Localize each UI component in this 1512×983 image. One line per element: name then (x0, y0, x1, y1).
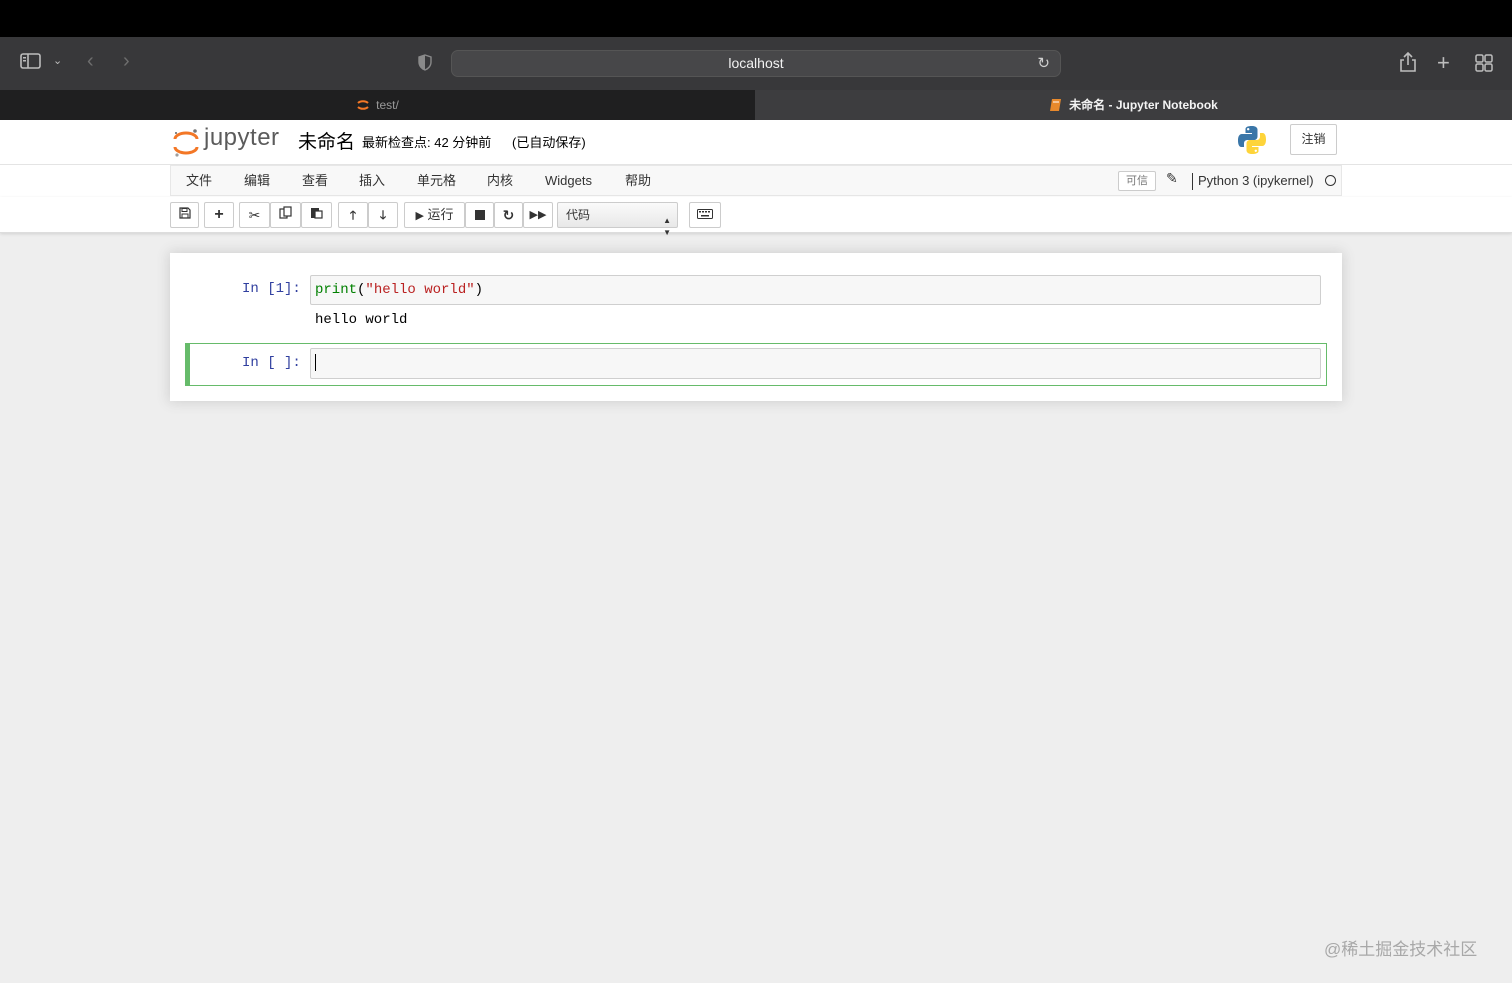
tab-test[interactable]: test/ (0, 90, 755, 120)
move-up-button[interactable]: 🡑 (338, 202, 368, 228)
jupyter-logo-text[interactable]: jupyter (204, 124, 280, 152)
notebook-container: In [1]: print("hello world") hello world… (170, 253, 1342, 401)
notebook-favicon-icon (1049, 93, 1063, 111)
sidebar-toggle-icon[interactable] (20, 52, 42, 75)
text-cursor (315, 353, 316, 371)
run-label: 运行 (427, 207, 454, 222)
shield-icon[interactable] (418, 54, 432, 76)
menu-view[interactable]: 查看 (302, 166, 328, 196)
screen-top-bar (0, 0, 1512, 37)
reload-icon[interactable]: ↻ (1037, 51, 1050, 76)
cell-prompt: In [ ]: (242, 355, 301, 371)
trusted-badge[interactable]: 可信 (1118, 171, 1156, 191)
save-button[interactable] (170, 202, 199, 228)
cut-button[interactable]: ✂ (239, 202, 270, 228)
browser-toolbar: ⌄ ‹ › localhost ↻ + (0, 37, 1512, 90)
menu-file[interactable]: 文件 (186, 166, 212, 196)
menu-widgets[interactable]: Widgets (545, 166, 592, 196)
copy-button[interactable] (270, 202, 301, 228)
tab-label: test/ (376, 98, 399, 112)
watermark: @稀土掘金技术社区 (1324, 940, 1478, 959)
pencil-icon[interactable]: ✎ (1166, 170, 1178, 187)
back-icon[interactable]: ‹ (87, 50, 94, 73)
cell-prompt: In [1]: (242, 281, 301, 297)
arrow-up-icon: 🡑 (349, 208, 357, 222)
menu-help[interactable]: 帮助 (625, 166, 651, 196)
move-down-button[interactable]: 🡓 (368, 202, 398, 228)
selected-cell[interactable]: In [ ]: (185, 343, 1327, 386)
interrupt-button[interactable] (465, 202, 494, 228)
logout-button[interactable]: 注销 (1290, 124, 1337, 155)
jupyter-logo-icon[interactable] (172, 125, 200, 161)
jupyter-header: jupyter 未命名 最新检查点: 42 分钟前 (已自动保存) 注销 (0, 120, 1512, 165)
new-tab-icon[interactable]: + (1437, 50, 1450, 76)
cell-type-value: 代码 (566, 208, 591, 222)
code-function: print (315, 282, 358, 298)
plus-icon: + (214, 206, 224, 223)
menu-kernel[interactable]: 内核 (487, 166, 513, 196)
restart-button[interactable]: ↻ (494, 202, 523, 228)
refresh-icon: ↻ (502, 207, 515, 223)
url-text: localhost (728, 55, 784, 71)
scissors-icon: ✂ (248, 207, 261, 223)
code-paren-close: ) (474, 282, 484, 298)
tab-notebook[interactable]: 未命名 - Jupyter Notebook (755, 90, 1512, 120)
tab-label: 未命名 - Jupyter Notebook (1069, 98, 1218, 112)
forward-icon[interactable]: › (123, 50, 130, 73)
select-arrows-icon: ▲ ▼ (663, 216, 671, 237)
url-bar[interactable]: localhost ↻ (451, 50, 1061, 77)
chevron-down-icon[interactable]: ⌄ (53, 54, 62, 67)
stop-icon (474, 210, 485, 220)
command-palette-button[interactable] (689, 202, 721, 228)
menu-bar-inner: 文件 编辑 查看 插入 单元格 内核 Widgets 帮助 可信 ✎ Pytho… (170, 165, 1342, 196)
python-logo-icon (1236, 124, 1268, 156)
share-icon[interactable] (1399, 51, 1417, 78)
keyboard-icon (697, 209, 713, 219)
browser-tab-bar: test/ 未命名 - Jupyter Notebook (0, 90, 1512, 120)
paste-button[interactable] (301, 202, 332, 228)
notebook-toolbar: + ✂ 🡑 🡓 ▶ 运行 ↻ ▶▶ 代码 ▲ ▼ (0, 197, 1512, 237)
run-button[interactable]: ▶ 运行 (404, 202, 465, 228)
kernel-idle-icon (1325, 175, 1336, 186)
checkpoint-status: 最新检查点: 42 分钟前 (362, 135, 492, 150)
menu-cell[interactable]: 单元格 (417, 166, 456, 196)
cell-type-select[interactable]: 代码 ▲ ▼ (557, 202, 678, 237)
kernel-separator (1192, 173, 1193, 190)
cell-output: hello world (315, 312, 408, 328)
notebook-name[interactable]: 未命名 (298, 127, 355, 154)
menu-bar: 文件 编辑 查看 插入 单元格 内核 Widgets 帮助 可信 ✎ Pytho… (0, 165, 1512, 197)
arrow-down-icon: 🡓 (379, 208, 387, 222)
copy-icon (279, 206, 292, 219)
fast-forward-icon: ▶▶ (529, 209, 547, 221)
menu-edit[interactable]: 编辑 (244, 166, 270, 196)
kernel-name: Python 3 (ipykernel) (1198, 173, 1314, 188)
menu-insert[interactable]: 插入 (359, 166, 385, 196)
insert-cell-button[interactable]: + (204, 202, 234, 228)
code-input[interactable]: print("hello world") (310, 275, 1321, 305)
autosave-status: (已自动保存) (512, 135, 586, 150)
code-input[interactable] (310, 348, 1321, 379)
tab-overview-icon[interactable] (1475, 54, 1493, 77)
code-string: "hello world" (365, 282, 475, 298)
save-icon (178, 207, 191, 219)
run-all-button[interactable]: ▶▶ (523, 202, 553, 228)
paste-icon (311, 208, 323, 219)
play-icon: ▶ (415, 210, 424, 222)
jupyter-favicon-icon (356, 93, 370, 110)
